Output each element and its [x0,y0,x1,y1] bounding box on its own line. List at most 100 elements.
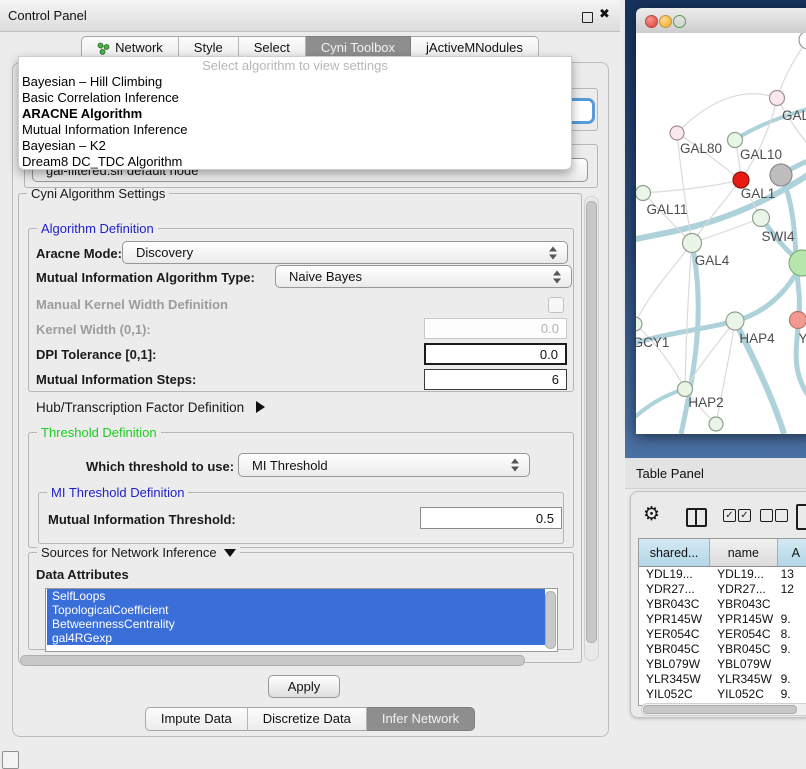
network-node-label: Y [798,331,806,346]
table-panel-title: Table Panel [636,466,704,481]
gear-icon[interactable]: ⚙ [643,503,660,526]
kernel-width-input[interactable]: 0.0 [424,318,567,339]
table-cell: YBL079W [639,657,710,672]
data-attribute-item[interactable]: BetweennessCentrality [47,617,545,631]
network-node[interactable] [770,91,785,106]
cyni-bottom-tabs: Impute Data Discretize DataInfer Network [0,707,620,731]
table-cell: YBR043C [639,597,710,612]
bottom-tab-discretize-data[interactable]: Discretize Data [248,707,367,731]
network-node[interactable] [770,164,792,186]
algorithm-definition-title: Algorithm Definition [37,221,158,236]
network-node[interactable] [709,417,723,431]
table-row[interactable]: YDL19...YDL19...13 [639,567,806,582]
network-node-label: GAL1 [741,186,776,201]
data-attributes-list[interactable]: SelfLoopsTopologicalCoefficientBetweenne… [45,588,558,652]
network-edge[interactable] [636,263,802,345]
network-edge[interactable] [741,98,777,180]
table-cell: 9. [778,642,806,657]
network-node-label: HAP2 [688,395,723,410]
close-icon[interactable]: ✖ [599,6,610,22]
network-edge[interactable] [643,180,741,193]
algorithm-option[interactable]: Dream8 DC_TDC Algorithm [19,154,571,170]
stepper-icon [511,459,520,472]
table-horizontal-scrollbar-thumb[interactable] [643,705,797,714]
algorithm-option[interactable]: ARACNE Algorithm [19,106,571,122]
algorithm-option[interactable]: Bayesian – Hill Climbing [19,74,571,90]
network-node[interactable] [670,126,684,140]
algorithm-option[interactable]: Basic Correlation Inference [19,90,571,106]
document-icon[interactable] [796,504,806,530]
split-columns-icon[interactable] [686,508,707,527]
network-node[interactable] [799,33,806,49]
network-edge[interactable] [636,389,685,423]
manual-kernel-checkbox[interactable] [548,297,564,313]
apply-button-label: Apply [288,679,321,694]
checked-checkbox-icon[interactable]: ✓ [723,509,736,522]
network-node[interactable] [753,210,770,227]
zoom-traffic-light-icon[interactable] [673,15,686,28]
node-table[interactable]: shared...nameA YDL19...YDL19...13YDR27..… [638,538,806,706]
algorithm-option[interactable]: Mutual Information Inference [19,122,571,138]
data-attribute-item[interactable]: SelfLoops [47,589,545,603]
bottom-tab-label: Impute Data [161,708,232,730]
network-edge[interactable] [777,98,806,148]
data-attribute-item[interactable]: gal4RGexp [47,631,545,645]
aracne-mode-combo[interactable]: Discovery [122,241,568,264]
table-panel-titlebar: Table Panel [625,458,806,489]
hub-definition-toggle[interactable]: Hub/Transcription Factor Definition [36,400,265,415]
table-column-header[interactable]: name [710,539,777,566]
which-threshold-combo[interactable]: MI Threshold [238,453,530,477]
settings-vertical-scrollbar[interactable] [584,196,599,661]
settings-horizontal-scrollbar-thumb[interactable] [20,655,525,666]
kernel-width-label: Kernel Width (0,1): [36,322,151,337]
network-canvas[interactable]: GALGAL80GAL10GAL1GAL11SWI4GAL4GCY1HAP4YH… [636,33,806,434]
network-window-titlebar[interactable] [636,8,806,34]
algorithm-option[interactable]: Bayesian – K2 [19,138,571,154]
mi-steps-input[interactable]: 6 [424,369,567,390]
unchecked-checkbox-icon[interactable] [760,509,773,522]
table-cell: YBR045C [710,642,777,657]
close-traffic-light-icon[interactable] [645,15,658,28]
network-node[interactable] [636,186,651,201]
table-row[interactable]: YPR145WYPR145W9. [639,612,806,627]
network-node[interactable] [790,312,806,329]
network-node[interactable] [636,317,642,331]
bottom-tab-impute-data[interactable]: Impute Data [145,707,248,731]
dpi-tolerance-input[interactable]: 0.0 [424,343,567,365]
minimize-traffic-light-icon[interactable] [659,15,672,28]
float-window-icon[interactable] [582,12,593,23]
table-cell: YLR345W [639,672,710,687]
table-column-header[interactable]: shared... [639,539,710,566]
bottom-left-partial-icon[interactable] [2,751,19,769]
network-node[interactable] [683,234,702,253]
network-edge[interactable] [781,175,806,395]
network-node[interactable] [726,312,744,330]
checked-checkbox-icon[interactable]: ✓ [738,509,751,522]
settings-vertical-scrollbar-thumb[interactable] [586,201,597,643]
network-node-label: GAL4 [695,253,730,268]
data-attribute-item[interactable]: TopologicalCoefficient [47,603,545,617]
mi-type-combo[interactable]: Naive Bayes [275,265,572,288]
unchecked-checkbox-icon[interactable] [775,509,788,522]
network-node[interactable] [728,133,743,148]
table-horizontal-scrollbar[interactable] [641,703,806,716]
table-column-header[interactable]: A [778,539,806,566]
mi-threshold-input[interactable]: 0.5 [420,507,562,529]
collapse-arrow-icon[interactable] [224,549,236,557]
table-row[interactable]: YLR345WYLR345W9. [639,672,806,687]
stepper-icon [553,270,562,283]
network-edge[interactable] [685,243,692,389]
network-edge[interactable] [636,243,692,324]
list-scrollbar[interactable] [545,591,556,649]
table-row[interactable]: YER054CYER054C8. [639,627,806,642]
bottom-tab-infer-network[interactable]: Infer Network [367,707,475,731]
table-row[interactable]: YBL079WYBL079W [639,657,806,672]
sources-title-text: Sources for Network Inference [41,545,217,560]
table-row[interactable]: YIL052CYIL052C9. [639,687,806,702]
network-node-label: HAP4 [739,331,775,346]
table-row[interactable]: YDR27...YDR27...12 [639,582,806,597]
apply-button[interactable]: Apply [268,675,340,698]
table-row[interactable]: YBR045CYBR045C9. [639,642,806,657]
table-row[interactable]: YBR043CYBR043C [639,597,806,612]
network-edge[interactable] [777,40,806,98]
